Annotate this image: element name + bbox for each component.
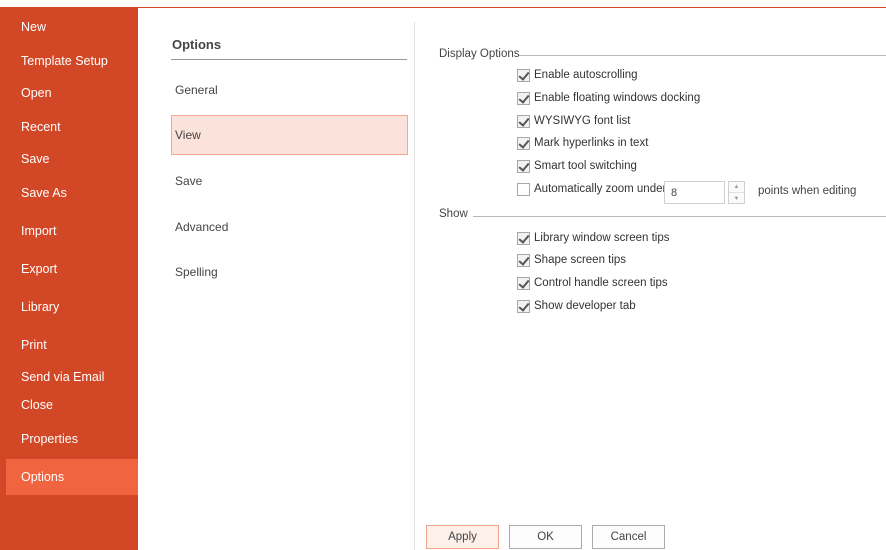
cancel-button[interactable]: Cancel xyxy=(592,525,665,549)
mark-hyperlinks-checkbox[interactable] xyxy=(517,136,530,150)
nav-item-save-as[interactable]: Save As xyxy=(0,175,138,211)
library-tips-checkbox[interactable] xyxy=(517,231,530,245)
ok-button[interactable]: OK xyxy=(509,525,582,549)
mark-hyperlinks-option[interactable]: Mark hyperlinks in text xyxy=(517,135,648,151)
nav-item-open[interactable]: Open xyxy=(0,75,138,111)
smart-tool-switching-checkbox[interactable] xyxy=(517,159,530,173)
zoom-points-input[interactable]: 8 xyxy=(664,181,725,204)
control-handle-tips-option[interactable]: Control handle screen tips xyxy=(517,275,668,291)
nav-item-import[interactable]: Import xyxy=(0,213,138,249)
show-divider xyxy=(473,216,886,217)
floating-docking-option[interactable]: Enable floating windows docking xyxy=(517,90,700,106)
floating-docking-checkbox[interactable] xyxy=(517,91,530,105)
nav-item-print[interactable]: Print xyxy=(0,327,138,363)
library-tips-option[interactable]: Library window screen tips xyxy=(517,230,670,246)
nav-item-template-setup[interactable]: Template Setup xyxy=(0,43,138,79)
nav-item-recent[interactable]: Recent xyxy=(0,109,138,145)
category-view[interactable]: View xyxy=(171,115,408,155)
developer-tab-option[interactable]: Show developer tab xyxy=(517,298,636,314)
smart-tool-switching-option[interactable]: Smart tool switching xyxy=(517,158,637,174)
nav-item-properties[interactable]: Properties xyxy=(0,421,138,457)
enable-autoscrolling-checkbox[interactable] xyxy=(517,68,530,82)
nav-item-new[interactable]: New xyxy=(0,9,138,45)
display-options-label: Display Options xyxy=(439,48,520,60)
wysiwyg-font-list-label: WYSIWYG font list xyxy=(534,115,631,127)
column-separator xyxy=(414,22,415,550)
developer-tab-label: Show developer tab xyxy=(534,300,636,312)
category-save[interactable]: Save xyxy=(171,161,408,201)
control-handle-tips-checkbox[interactable] xyxy=(517,276,530,290)
spin-down-icon[interactable]: ▼ xyxy=(729,193,744,204)
top-accent-line xyxy=(138,7,886,8)
nav-item-options[interactable]: Options xyxy=(6,459,138,495)
control-handle-tips-label: Control handle screen tips xyxy=(534,277,668,289)
developer-tab-checkbox[interactable] xyxy=(517,299,530,313)
zoom-points-suffix: points when editing xyxy=(758,185,857,197)
backstage-nav: New Template Setup Open Recent Save Save… xyxy=(0,7,138,550)
shape-tips-label: Shape screen tips xyxy=(534,254,627,266)
enable-autoscrolling-label: Enable autoscrolling xyxy=(534,69,638,81)
options-title-underline xyxy=(171,59,407,60)
display-options-divider xyxy=(519,55,886,56)
wysiwyg-font-list-checkbox[interactable] xyxy=(517,114,530,128)
spin-up-icon[interactable]: ▲ xyxy=(729,182,744,193)
nav-item-export[interactable]: Export xyxy=(0,251,138,287)
nav-item-save[interactable]: Save xyxy=(0,141,138,177)
smart-tool-switching-label: Smart tool switching xyxy=(534,160,637,172)
zoom-points-spinner: ▲ ▼ xyxy=(728,181,745,204)
mark-hyperlinks-label: Mark hyperlinks in text xyxy=(534,137,649,149)
auto-zoom-option[interactable]: Automatically zoom under xyxy=(517,181,666,197)
category-advanced[interactable]: Advanced xyxy=(171,207,408,247)
shape-tips-option[interactable]: Shape screen tips xyxy=(517,252,626,268)
wysiwyg-font-list-option[interactable]: WYSIWYG font list xyxy=(517,113,631,129)
show-label: Show xyxy=(439,208,468,220)
nav-item-library[interactable]: Library xyxy=(0,289,138,325)
category-spelling[interactable]: Spelling xyxy=(171,252,408,292)
options-title: Options xyxy=(172,37,222,52)
shape-tips-checkbox[interactable] xyxy=(517,253,530,267)
floating-docking-label: Enable floating windows docking xyxy=(534,92,701,104)
library-tips-label: Library window screen tips xyxy=(534,232,670,244)
category-general[interactable]: General xyxy=(171,70,408,110)
apply-button[interactable]: Apply xyxy=(426,525,499,549)
nav-item-close[interactable]: Close xyxy=(0,387,138,423)
auto-zoom-checkbox[interactable] xyxy=(517,182,530,196)
enable-autoscrolling-option[interactable]: Enable autoscrolling xyxy=(517,67,638,83)
auto-zoom-label: Automatically zoom under xyxy=(534,183,667,195)
